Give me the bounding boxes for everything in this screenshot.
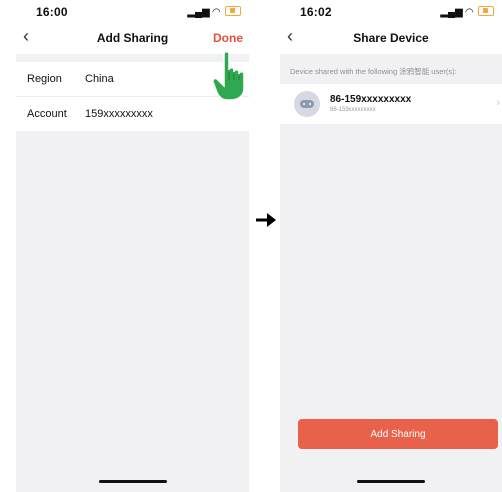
account-field[interactable]: 159xxxxxxxxx xyxy=(85,108,153,120)
status-time: 16:02 xyxy=(300,5,332,19)
chevron-right-icon: › xyxy=(496,97,500,109)
share-device-screen: 16:02 ▂▄▆ ◠ ‹ Share Device Device shared… xyxy=(280,0,502,492)
robot-avatar-icon xyxy=(294,91,320,117)
page-title: Share Device xyxy=(353,31,429,45)
navigation-bar: ‹ Share Device xyxy=(280,20,502,54)
signal-icon: ▂▄▆ xyxy=(440,7,463,18)
status-icons: ▂▄▆ ◠ xyxy=(187,5,241,18)
navigation-bar: ‹ Add Sharing Done xyxy=(16,20,249,54)
status-icons: ▂▄▆ ◠ xyxy=(440,5,494,18)
shared-user-subtitle: 86-159xxxxxxxxx xyxy=(330,107,376,113)
wifi-icon: ◠ xyxy=(465,7,474,18)
account-row[interactable]: Account 159xxxxxxxxx xyxy=(16,97,249,131)
battery-charging-icon xyxy=(478,6,494,16)
region-label: Region xyxy=(27,73,62,85)
status-time: 16:00 xyxy=(36,5,68,19)
arrow-right-icon xyxy=(256,213,276,227)
shared-user-row[interactable]: 86-159xxxxxxxxx 86-159xxxxxxxxx › xyxy=(280,84,502,124)
battery-charging-icon xyxy=(225,6,241,16)
home-indicator xyxy=(357,480,425,483)
shared-user-name: 86-159xxxxxxxxx xyxy=(330,94,412,105)
add-sharing-button[interactable]: Add Sharing xyxy=(298,419,498,449)
pointing-hand-icon xyxy=(212,51,245,101)
status-bar: 16:02 ▂▄▆ ◠ xyxy=(280,0,502,20)
wifi-icon: ◠ xyxy=(212,7,221,18)
region-value: China xyxy=(85,73,114,85)
home-indicator xyxy=(98,480,167,483)
account-label: Account xyxy=(27,108,67,120)
status-bar: 16:00 ▂▄▆ ◠ xyxy=(16,0,249,20)
signal-icon: ▂▄▆ xyxy=(187,7,210,18)
done-button[interactable]: Done xyxy=(213,31,243,45)
shared-users-description: Device shared with the following 涂鸦智能 us… xyxy=(290,67,457,76)
